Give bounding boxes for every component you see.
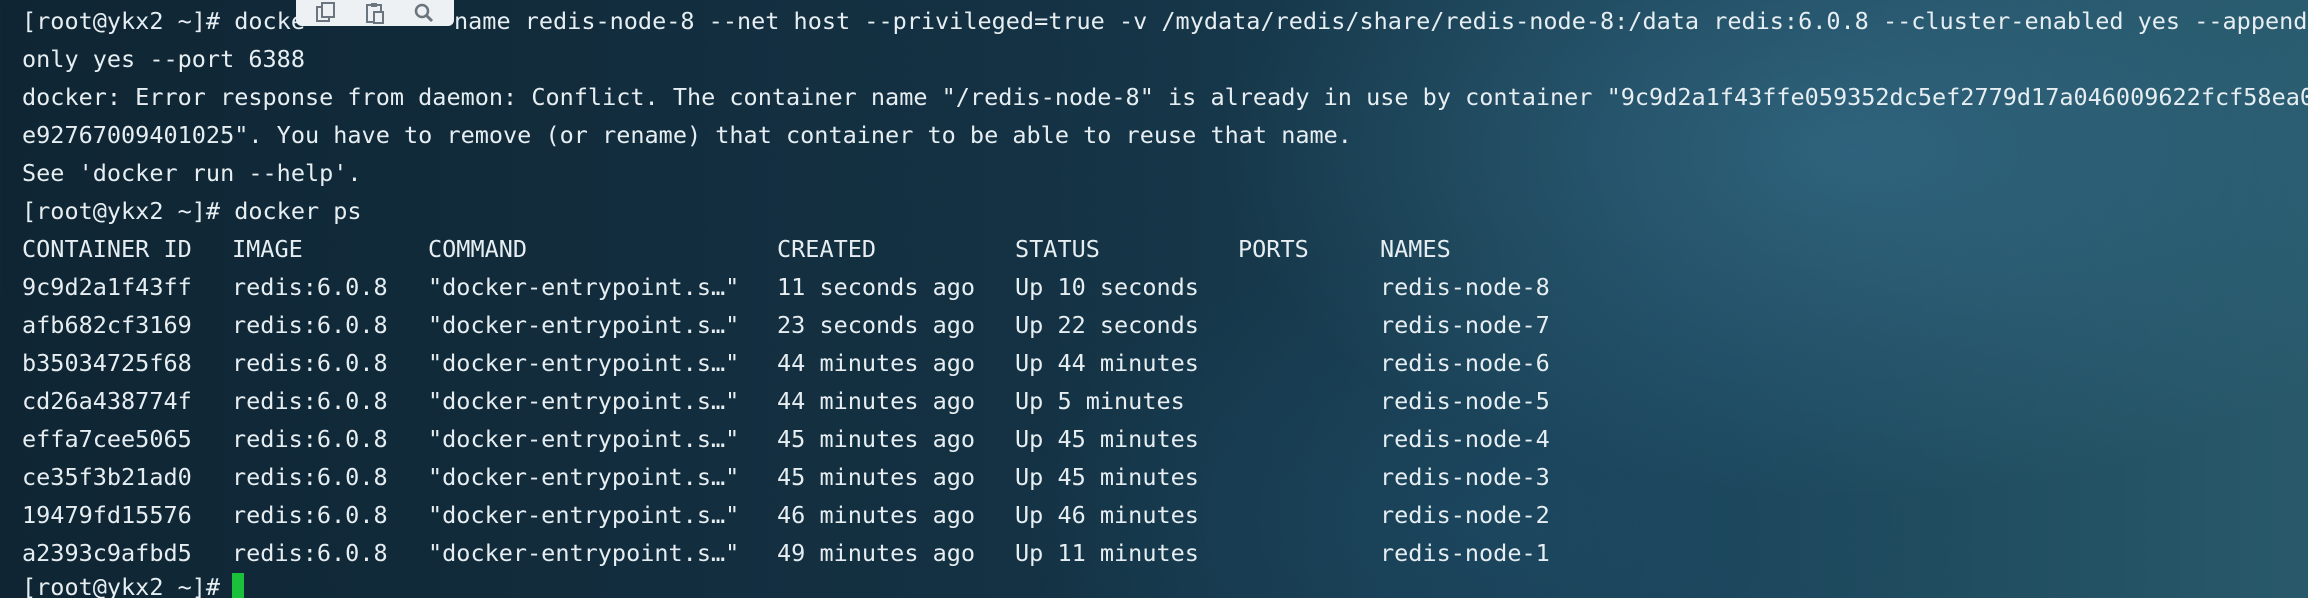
floating-toolbar	[296, 0, 454, 26]
error-message-line-1: docker: Error response from daemon: Conf…	[22, 83, 2308, 111]
error-message-line-2: e92767009401025". You have to remove (or…	[22, 121, 1352, 149]
image: redis:6.0.8	[232, 349, 388, 377]
container-name: redis-node-5	[1380, 387, 1550, 415]
container-id: effa7cee5065	[22, 425, 192, 453]
container-name: redis-node-6	[1380, 349, 1550, 377]
image: redis:6.0.8	[232, 387, 388, 415]
created: 49 minutes ago	[777, 539, 976, 567]
created: 46 minutes ago	[777, 501, 976, 529]
container-id: b35034725f68	[22, 349, 192, 377]
copy-button[interactable]	[308, 1, 344, 25]
created: 44 minutes ago	[777, 349, 976, 377]
command: "docker-entrypoint.s…"	[428, 539, 740, 567]
container-name: redis-node-7	[1380, 311, 1550, 339]
command: "docker-entrypoint.s…"	[428, 311, 740, 339]
container-id: a2393c9afbd5	[22, 539, 192, 567]
image: redis:6.0.8	[232, 501, 388, 529]
command: "docker-entrypoint.s…"	[428, 501, 740, 529]
container-name: redis-node-8	[1380, 273, 1550, 301]
command-line-prefix: [root@ykx2 ~]# docke	[22, 7, 305, 35]
search-icon	[414, 3, 433, 23]
container-id: 9c9d2a1f43ff	[22, 273, 192, 301]
docker-ps-command: [root@ykx2 ~]# docker ps	[22, 197, 362, 225]
header-status: STATUS	[1015, 235, 1100, 263]
status: Up 45 minutes	[1015, 425, 1199, 453]
container-id: 19479fd15576	[22, 501, 192, 529]
container-id: cd26a438774f	[22, 387, 192, 415]
text-cursor	[232, 573, 245, 598]
command: "docker-entrypoint.s…"	[428, 273, 740, 301]
command: "docker-entrypoint.s…"	[428, 463, 740, 491]
status: Up 22 seconds	[1015, 311, 1199, 339]
help-hint-line: See 'docker run --help'.	[22, 159, 362, 187]
command: "docker-entrypoint.s…"	[428, 349, 740, 377]
status: Up 5 minutes	[1015, 387, 1185, 415]
container-name: redis-node-4	[1380, 425, 1550, 453]
paste-icon	[365, 3, 384, 24]
header-names: NAMES	[1380, 235, 1451, 263]
command: "docker-entrypoint.s…"	[428, 425, 740, 453]
paste-button[interactable]	[357, 1, 393, 25]
prompt-text: [root@ykx2 ~]#	[22, 573, 221, 598]
header-command: COMMAND	[428, 235, 528, 263]
container-id: afb682cf3169	[22, 311, 192, 339]
created: 45 minutes ago	[777, 425, 976, 453]
image: redis:6.0.8	[232, 539, 388, 567]
image: redis:6.0.8	[232, 311, 388, 339]
created: 23 seconds ago	[777, 311, 976, 339]
header-created: CREATED	[777, 235, 877, 263]
terminal-window[interactable]: [root@ykx2 ~]# docke name redis-node-8 -…	[0, 0, 2308, 598]
status: Up 45 minutes	[1015, 463, 1199, 491]
header-ports: PORTS	[1238, 235, 1309, 263]
container-id: ce35f3b21ad0	[22, 463, 192, 491]
status: Up 11 minutes	[1015, 539, 1199, 567]
container-name: redis-node-1	[1380, 539, 1550, 567]
copy-icon	[316, 2, 336, 22]
command-line-wrap: only yes --port 6388	[22, 45, 305, 73]
image: redis:6.0.8	[232, 273, 388, 301]
created: 44 minutes ago	[777, 387, 976, 415]
status: Up 46 minutes	[1015, 501, 1199, 529]
created: 45 minutes ago	[777, 463, 976, 491]
header-image: IMAGE	[232, 235, 303, 263]
search-button[interactable]	[406, 1, 442, 25]
command: "docker-entrypoint.s…"	[428, 387, 740, 415]
image: redis:6.0.8	[232, 425, 388, 453]
container-name: redis-node-2	[1380, 501, 1550, 529]
status: Up 44 minutes	[1015, 349, 1199, 377]
image: redis:6.0.8	[232, 463, 388, 491]
header-container-id: CONTAINER ID	[22, 235, 192, 263]
shell-prompt[interactable]: [root@ykx2 ~]#	[22, 568, 245, 598]
created: 11 seconds ago	[777, 273, 976, 301]
command-line-args: name redis-node-8 --net host --privilege…	[454, 7, 2308, 35]
status: Up 10 seconds	[1015, 273, 1199, 301]
container-name: redis-node-3	[1380, 463, 1550, 491]
